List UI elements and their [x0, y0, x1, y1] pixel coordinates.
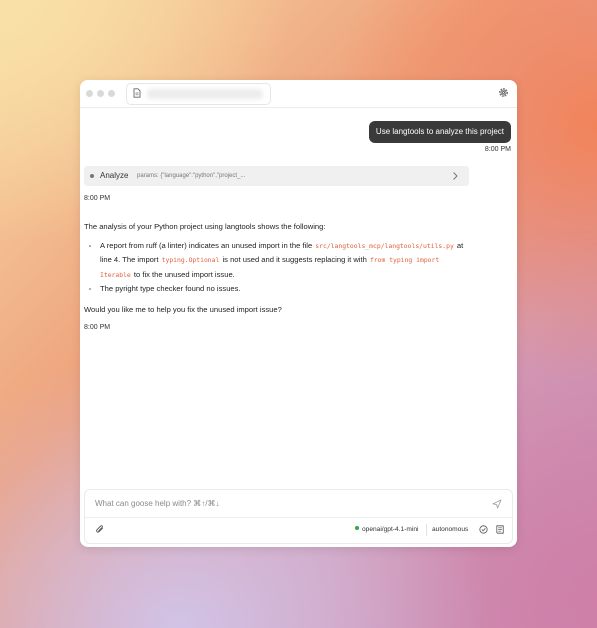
message-input[interactable]: What can goose help with? ⌘↑/⌘↓	[95, 497, 220, 511]
gear-icon[interactable]	[498, 87, 509, 98]
model-name: openai/gpt-4.1-mini	[362, 526, 419, 533]
assistant-list: A report from ruff (a linter) indicates …	[84, 239, 472, 297]
bullet-text: to fix the unused import issue.	[131, 269, 235, 279]
document-icon	[133, 88, 141, 98]
window-dot[interactable]	[97, 90, 104, 97]
address-text-redacted	[147, 89, 263, 99]
window-dot[interactable]	[108, 90, 115, 97]
send-icon[interactable]	[492, 499, 502, 509]
tool-call-time: 8:00 PM	[84, 195, 111, 202]
sheet-icon[interactable]	[495, 524, 506, 535]
composer-divider	[85, 517, 512, 518]
divider	[426, 524, 427, 536]
chevron-right-icon[interactable]	[451, 171, 459, 181]
composer: What can goose help with? ⌘↑/⌘↓ openai/g…	[84, 489, 513, 544]
mode-selector[interactable]: autonomous	[432, 524, 468, 536]
app-window: Use langtools to analyze this project 8:…	[80, 80, 517, 547]
refresh-icon[interactable]	[478, 524, 489, 535]
title-bar	[80, 80, 517, 108]
model-selector[interactable]: openai/gpt-4.1-mini	[355, 524, 418, 536]
paperclip-icon[interactable]	[95, 524, 105, 535]
inline-code-file-path: src/langtools_mcp/langtools/utils.py	[315, 241, 454, 250]
list-item: The pyright type checker found no issues…	[100, 282, 472, 297]
bullet-text: A report from ruff (a linter) indicates …	[100, 240, 315, 250]
bullet-text: is not used and it suggests replacing it…	[220, 255, 369, 264]
user-message-time: 8:00 PM	[484, 146, 511, 153]
address-bar[interactable]	[126, 83, 271, 105]
assistant-intro: The analysis of your Python project usin…	[84, 222, 326, 231]
user-message: Use langtools to analyze this project	[368, 121, 511, 143]
inline-code-import: typing.Optional	[161, 256, 220, 264]
assistant-message: The analysis of your Python project usin…	[84, 220, 472, 336]
model-status-dot	[355, 526, 359, 530]
tool-call-row[interactable]: Analyze params: {"language":"python","pr…	[84, 166, 469, 186]
tool-params: params: {"language":"python","project_..…	[137, 173, 246, 179]
tool-name: Analyze	[100, 171, 129, 180]
assistant-question: Would you like me to help you fix the un…	[84, 304, 282, 314]
tool-status-dot	[90, 174, 94, 178]
assistant-message-time: 8:00 PM	[84, 324, 111, 331]
list-item: A report from ruff (a linter) indicates …	[100, 239, 472, 283]
window-dot[interactable]	[86, 90, 93, 97]
